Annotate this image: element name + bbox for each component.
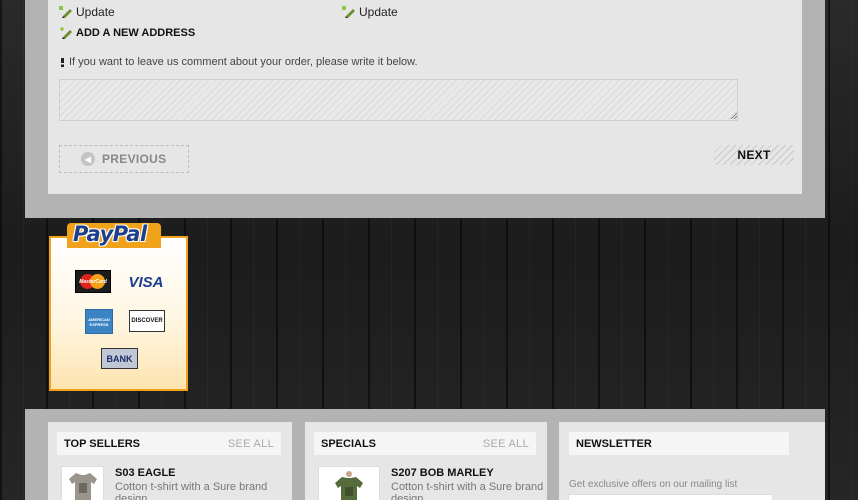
mastercard-logo: MasterCard xyxy=(75,270,111,293)
resize-grip-icon[interactable] xyxy=(730,112,737,119)
exclamation-icon xyxy=(61,57,64,67)
add-new-address-link[interactable]: ADD A NEW ADDRESS xyxy=(59,27,195,39)
order-comment-textarea[interactable] xyxy=(59,79,738,121)
product-description: Cotton t-shirt with a Sure brand design. xyxy=(115,481,268,500)
product-thumbnail[interactable] xyxy=(318,466,380,500)
bank-label: BANK xyxy=(106,353,133,364)
product-thumbnail[interactable] xyxy=(61,466,104,500)
visa-label: VISA xyxy=(128,274,164,291)
amex-logo: AMERICAN EXPRESS xyxy=(85,309,113,334)
previous-label: PREVIOUS xyxy=(102,152,167,166)
top-sellers-title: TOP SELLERS xyxy=(64,437,141,450)
paypal-logo: PayPal xyxy=(73,222,147,246)
amex-label-2: EXPRESS xyxy=(89,321,109,327)
pencil-icon xyxy=(342,6,355,18)
comment-note-text: If you want to leave us comment about yo… xyxy=(69,56,418,68)
checkout-panel-inner: Update Update ADD A NEW ADDRESS If you w… xyxy=(48,0,802,194)
product-name[interactable]: S207 BOB MARLEY xyxy=(391,467,551,479)
pencil-icon xyxy=(59,6,72,18)
discover-label: DISCOVER xyxy=(131,318,163,324)
footer-panel: TOP SELLERS SEE ALL S03 EAGLE Cotton t-s… xyxy=(25,409,825,500)
update-label: Update xyxy=(76,5,115,19)
previous-button[interactable]: ◀ PREVIOUS xyxy=(59,145,189,173)
bank-logo: BANK xyxy=(101,348,138,369)
add-pencil-icon xyxy=(60,27,72,39)
newsletter-box: NEWSLETTER Get exclusive offers on our m… xyxy=(559,422,825,500)
update-address-link-left[interactable]: Update xyxy=(59,5,115,19)
next-button[interactable]: NEXT xyxy=(714,145,794,165)
discover-logo: DISCOVER xyxy=(129,310,165,332)
newsletter-header: NEWSLETTER xyxy=(569,432,789,455)
top-sellers-see-all-link[interactable]: SEE ALL xyxy=(228,438,274,450)
update-label: Update xyxy=(359,5,398,19)
checkout-panel: Update Update ADD A NEW ADDRESS If you w… xyxy=(25,0,825,218)
update-address-link-right[interactable]: Update xyxy=(342,5,398,19)
specials-box: SPECIALS SEE ALL S207 BOB MARLEY Cotton … xyxy=(305,422,547,500)
newsletter-title: NEWSLETTER xyxy=(576,437,652,450)
top-sellers-header: TOP SELLERS SEE ALL xyxy=(57,432,281,455)
comment-note: If you want to leave us comment about yo… xyxy=(60,56,418,68)
specials-see-all-link[interactable]: SEE ALL xyxy=(483,438,529,450)
newsletter-text: Get exclusive offers on our mailing list xyxy=(569,479,738,490)
product-description: Cotton t-shirt with a Sure brand design. xyxy=(391,481,544,500)
paypal-badge: PayPal MasterCard VISA AMERICAN EXPRESS … xyxy=(49,222,188,391)
product-name[interactable]: S03 EAGLE xyxy=(115,467,275,479)
tshirt-image xyxy=(335,471,363,500)
specials-title: SPECIALS xyxy=(321,437,377,450)
mastercard-label: MasterCard xyxy=(79,278,107,285)
specials-header: SPECIALS SEE ALL xyxy=(314,432,536,455)
visa-logo: VISA xyxy=(128,271,164,294)
newsletter-email-input[interactable] xyxy=(568,494,773,500)
tshirt-image xyxy=(68,473,97,500)
add-address-label: ADD A NEW ADDRESS xyxy=(76,27,196,39)
list-item: S03 EAGLE Cotton t-shirt with a Sure bra… xyxy=(61,466,275,500)
next-label: NEXT xyxy=(737,148,771,162)
top-sellers-box: TOP SELLERS SEE ALL S03 EAGLE Cotton t-s… xyxy=(48,422,292,500)
arrow-left-icon: ◀ xyxy=(81,152,95,166)
list-item: S207 BOB MARLEY Cotton t-shirt with a Su… xyxy=(318,466,551,500)
